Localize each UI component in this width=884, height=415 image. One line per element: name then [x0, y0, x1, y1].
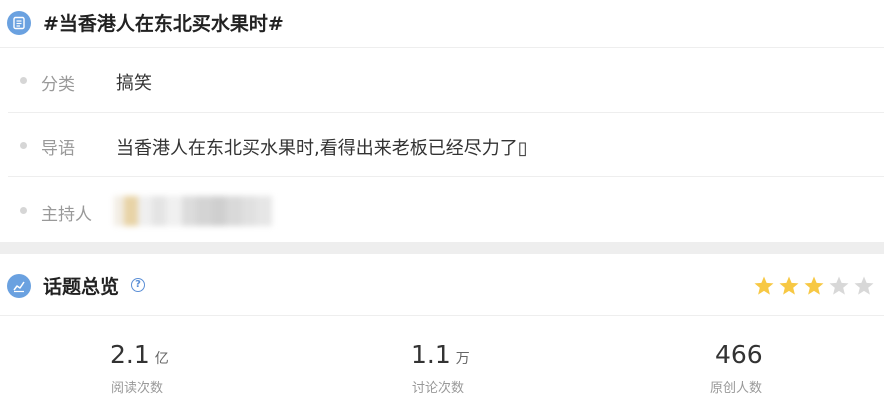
- bullet-dot: [20, 142, 27, 149]
- star-rating: [752, 274, 876, 298]
- category-row: 分类 搞笑: [0, 49, 884, 112]
- trend-chart-icon: [7, 274, 31, 298]
- host-name-blurred[interactable]: [114, 196, 272, 226]
- stat-number: 1.1: [411, 340, 451, 369]
- bullet-dot: [20, 207, 27, 214]
- host-label: 主持人: [41, 205, 92, 225]
- stat-unit: 万: [455, 351, 470, 367]
- star-filled-icon: [754, 276, 774, 295]
- list-doc-icon: [7, 11, 31, 35]
- intro-row: 导语 当香港人在东北买水果时,看得出来老板已经尽力了▯: [0, 113, 884, 176]
- star-empty-icon: [854, 276, 874, 295]
- topic-header: #当香港人在东北买水果时#: [0, 0, 884, 48]
- topic-title: #当香港人在东北买水果时#: [43, 13, 284, 35]
- question-circle-icon[interactable]: ?: [131, 278, 145, 292]
- overview-header: 话题总览 ?: [0, 254, 884, 316]
- category-value[interactable]: 搞笑: [116, 69, 152, 95]
- stat-number: 466: [715, 340, 763, 369]
- category-label: 分类: [41, 75, 75, 95]
- stat-unit: 亿: [154, 351, 169, 367]
- intro-text: 当香港人在东北买水果时,看得出来老板已经尽力了▯: [116, 138, 528, 159]
- stat-caption: 讨论次数: [412, 381, 465, 396]
- bullet-dot: [20, 77, 27, 84]
- star-filled-icon: [779, 276, 799, 295]
- overview-title: 话题总览: [43, 276, 120, 298]
- stat-caption: 阅读次数: [111, 381, 164, 396]
- stat-caption: 原创人数: [710, 381, 763, 396]
- intro-label: 导语: [41, 139, 75, 159]
- stat-number: 2.1: [110, 340, 150, 369]
- star-empty-icon: [829, 276, 849, 295]
- star-filled-icon: [804, 276, 824, 295]
- section-separator: [0, 242, 884, 254]
